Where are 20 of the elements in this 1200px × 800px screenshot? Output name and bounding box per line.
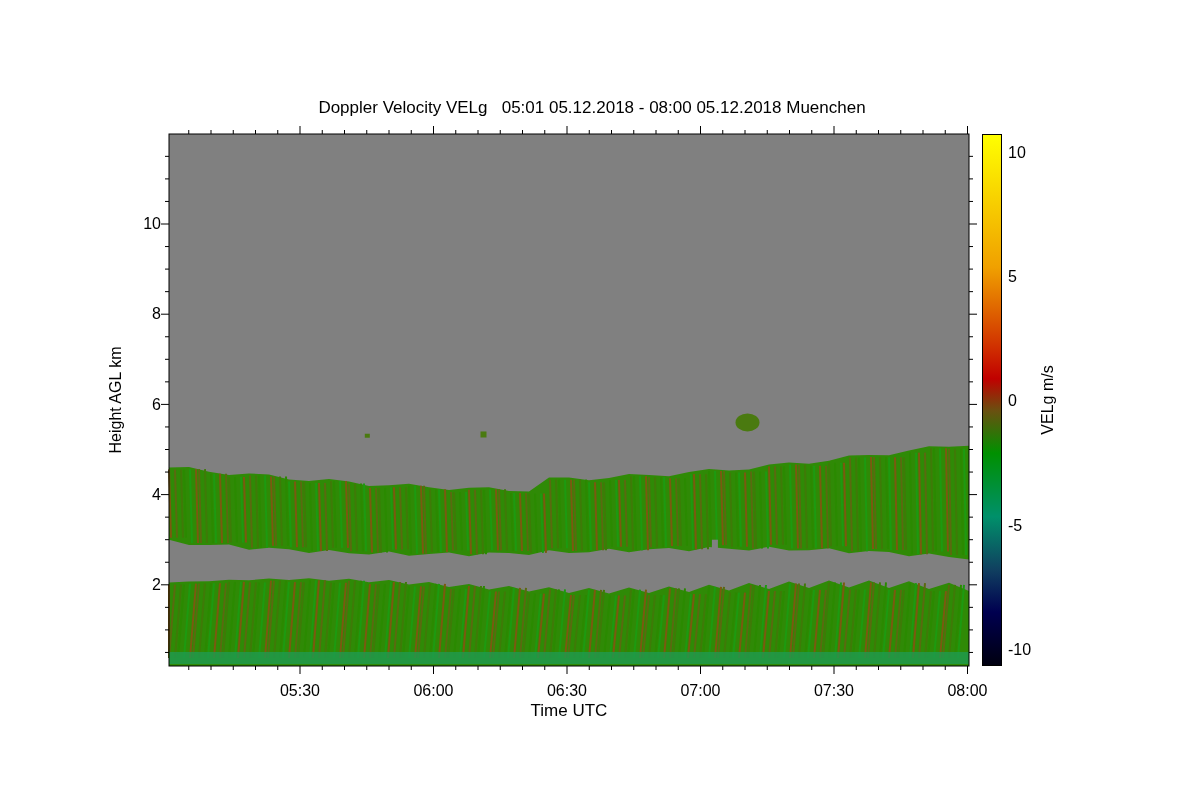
y-tick-label: 6 — [152, 395, 161, 414]
colorbar-tick-label: 0 — [1008, 392, 1017, 411]
colorbar-tick-label: -10 — [1008, 640, 1032, 659]
y-tick-label: 10 — [143, 215, 161, 233]
x-tick-label: 06:00 — [412, 682, 455, 700]
y-tick-label: 4 — [152, 485, 161, 504]
colorbar-tick-label: 5 — [1008, 268, 1017, 287]
colorbar-tick-label: -5 — [1008, 516, 1023, 535]
y-tick-label: 2 — [152, 576, 161, 595]
x-tick-label: 08:00 — [946, 682, 989, 700]
x-tick-label: 06:30 — [545, 682, 588, 700]
colorbar-tick-label: 10 — [1008, 144, 1026, 162]
chart-title: Doppler Velocity VELg 05:01 05.12.2018 - 08:00 05.12.2018 Muenchen — [318, 98, 866, 118]
x-axis-label: Time UTC — [530, 702, 608, 720]
colorbar-label: VELg m/s — [1038, 365, 1057, 435]
y-axis-label: Height AGL km — [105, 346, 125, 454]
x-tick-label: 05:30 — [278, 682, 321, 700]
x-tick-label: 07:00 — [679, 682, 722, 700]
x-tick-label: 07:30 — [812, 682, 855, 700]
y-tick-label: 8 — [152, 305, 161, 324]
